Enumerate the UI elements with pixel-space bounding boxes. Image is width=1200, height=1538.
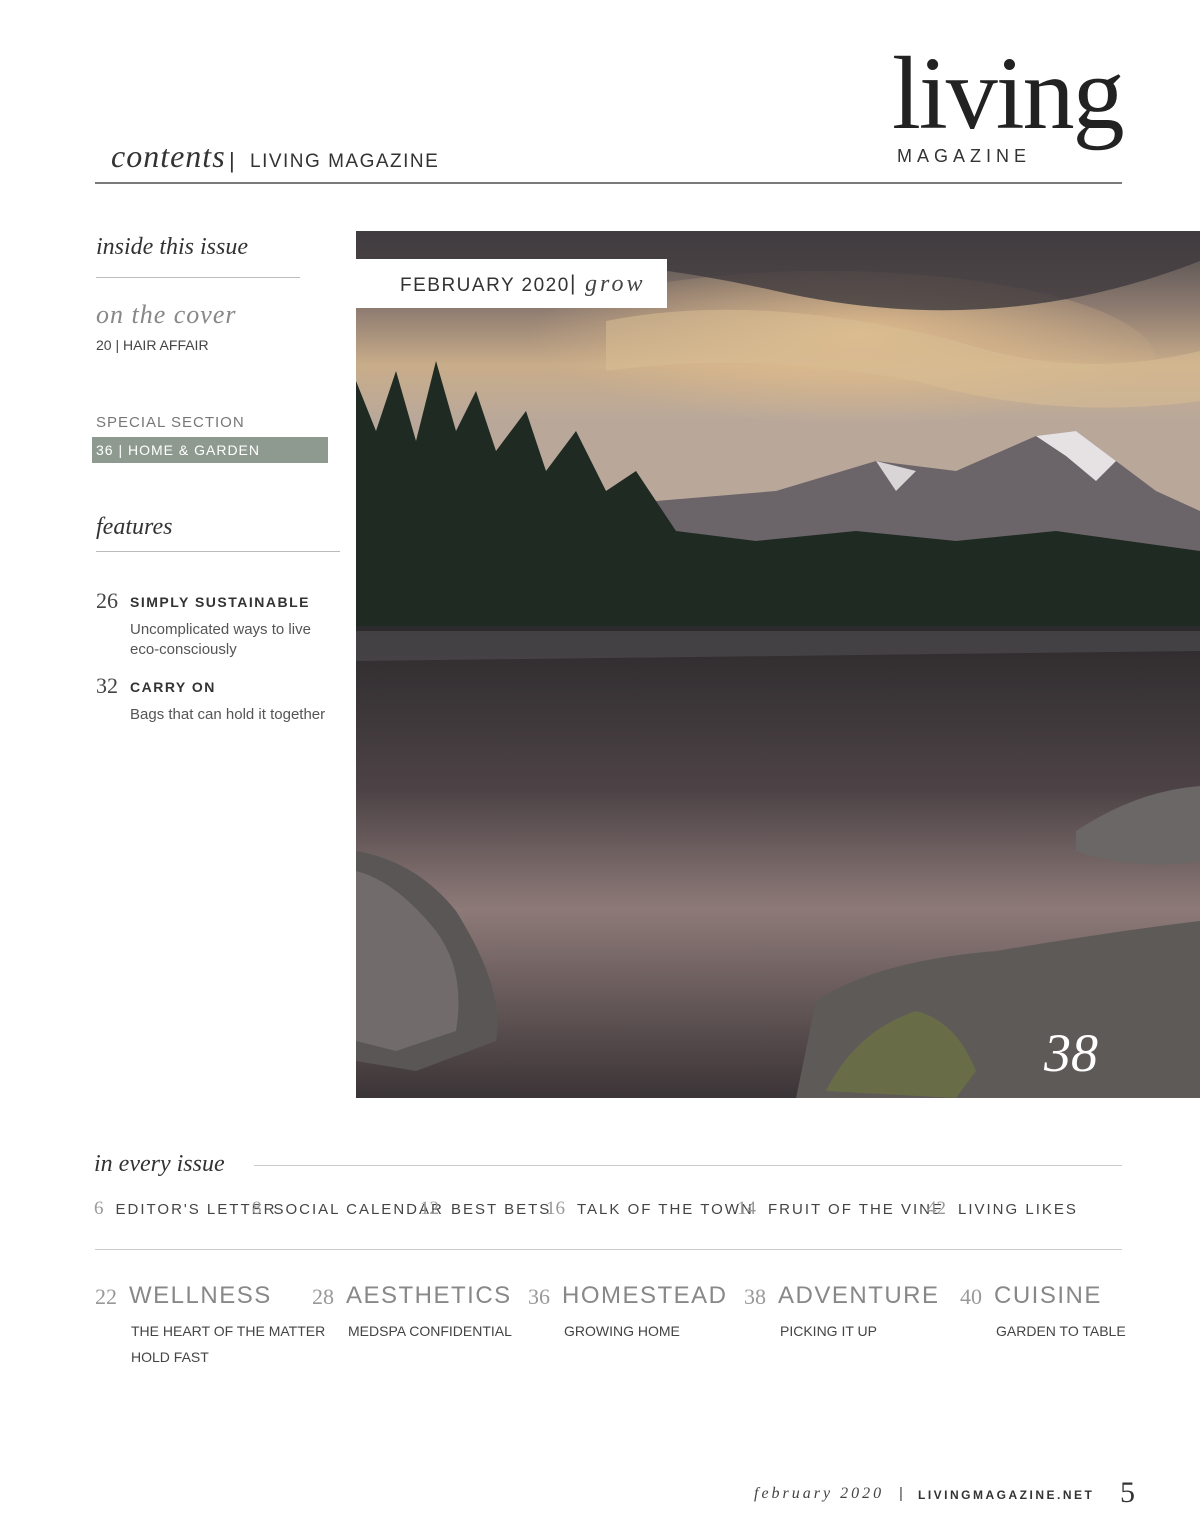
issue-date: FEBRUARY 2020: [400, 275, 570, 296]
department-page: 40: [960, 1284, 982, 1309]
every-issue-label: FRUIT OF THE VINE: [768, 1201, 944, 1218]
department-article: MEDSPA CONFIDENTIAL: [348, 1323, 512, 1339]
features-heading: features: [96, 514, 173, 540]
department-page: 36: [528, 1284, 550, 1309]
every-issue-heading: in every issue: [94, 1151, 225, 1177]
every-issue-label: BEST BETS: [451, 1201, 552, 1218]
every-issue-page: 8: [252, 1198, 262, 1219]
every-issue-item[interactable]: 14 FRUIT OF THE VINE: [737, 1198, 944, 1220]
department-article: HOLD FAST: [131, 1349, 209, 1365]
department-name: AESTHETICS: [346, 1282, 512, 1309]
department-name: CUISINE: [994, 1282, 1102, 1309]
special-section-item[interactable]: 36 | HOME & GARDEN: [92, 437, 328, 463]
feature-title: CARRY ON: [130, 679, 216, 695]
department-article: THE HEART OF THE MATTER: [131, 1323, 326, 1339]
every-issue-label: SOCIAL CALENDAR: [273, 1201, 444, 1218]
feature-page-number: 26: [96, 588, 118, 613]
every-issue-page: 16: [546, 1198, 565, 1219]
department-article: PICKING IT UP: [780, 1323, 877, 1339]
every-issue-page: 12: [420, 1198, 439, 1219]
every-issue-item[interactable]: 6 EDITOR'S LETTER: [94, 1198, 276, 1220]
special-section-heading: SPECIAL SECTION: [96, 414, 245, 431]
footer-separator: |: [899, 1485, 903, 1502]
department-page: 28: [312, 1284, 334, 1309]
department-name: WELLNESS: [129, 1282, 272, 1309]
every-issue-list: 6 EDITOR'S LETTER 8 SOCIAL CALENDAR 12 BEST…: [94, 1198, 1124, 1222]
feature-title: SIMPLY SUSTAINABLE: [130, 594, 310, 610]
features-divider: [96, 551, 340, 552]
every-issue-label: TALK OF THE TOWN: [577, 1201, 754, 1218]
department-name: ADVENTURE: [778, 1282, 940, 1309]
footer-website-link[interactable]: LIVINGMAGAZINE.NET: [918, 1488, 1094, 1502]
every-issue-label: LIVING LIKES: [958, 1201, 1078, 1218]
issue-theme: grow: [585, 271, 646, 297]
every-issue-page: 14: [737, 1198, 756, 1219]
logo-subtitle: MAGAZINE: [897, 146, 1032, 166]
cover-story-link[interactable]: 20 | HAIR AFFAIR: [96, 337, 209, 353]
department-article: GARDEN TO TABLE: [996, 1323, 1126, 1339]
photo-page-number: 38: [1044, 1023, 1098, 1083]
every-issue-item[interactable]: 8 SOCIAL CALENDAR: [252, 1198, 444, 1220]
special-section-label: 36 | HOME & GARDEN: [96, 442, 261, 458]
feature-page-number: 32: [96, 673, 118, 698]
header-separator: |: [229, 148, 235, 173]
cover-photo-mountain-lake: [356, 231, 1200, 1098]
department-page: 22: [95, 1284, 117, 1309]
issue-label-separator: |: [570, 272, 576, 295]
department-article: GROWING HOME: [564, 1323, 680, 1339]
every-issue-rule: [254, 1165, 1122, 1166]
issue-label: FEBRUARY 2020 | grow: [356, 259, 667, 308]
magazine-name: LIVING MAGAZINE: [250, 151, 440, 172]
footer-issue-date: february 2020: [754, 1485, 885, 1502]
every-issue-item[interactable]: 42 LIVING LIKES: [927, 1198, 1078, 1220]
feature-description: Uncomplicated ways to live eco-conscious…: [130, 621, 311, 658]
every-issue-item[interactable]: 12 BEST BETS: [420, 1198, 551, 1220]
every-issue-page: 6: [94, 1198, 104, 1219]
every-issue-page: 42: [927, 1198, 946, 1219]
feature-description: Bags that can hold it together: [130, 706, 326, 723]
sidebar-divider: [96, 277, 300, 278]
inside-issue-heading: inside this issue: [96, 234, 249, 260]
footer-page-number: 5: [1120, 1476, 1135, 1509]
departments-rule: [95, 1249, 1122, 1250]
department-name: HOMESTEAD: [562, 1282, 728, 1309]
every-issue-item[interactable]: 16 TALK OF THE TOWN: [546, 1198, 754, 1220]
contents-heading: contents: [111, 138, 226, 174]
logo-wordmark: living: [892, 36, 1125, 151]
cover-heading: on the cover: [96, 300, 237, 329]
department-page: 38: [744, 1284, 766, 1309]
header-rule: [95, 182, 1122, 184]
